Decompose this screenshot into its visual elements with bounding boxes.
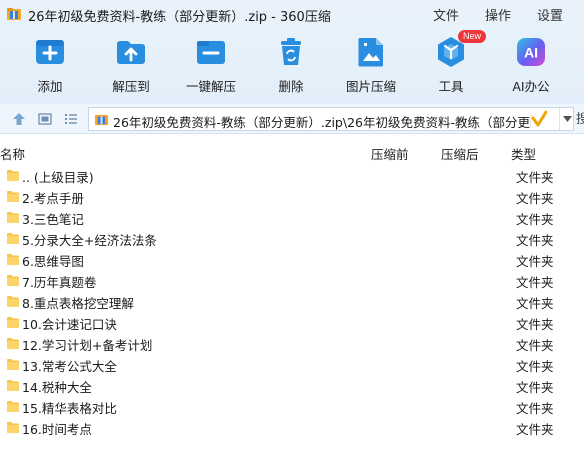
folder-icon xyxy=(7,233,19,244)
top-area: 26年初级免费资料-教练（部分更新）.zip - 360压缩 文件 操作 设置 … xyxy=(0,0,584,104)
file-type: 文件夹 xyxy=(516,422,554,437)
one-click-extract-label: 一键解压 xyxy=(185,79,236,94)
address-bar[interactable]: 26年初级免费资料-教练（部分更新）.zip\26年初级免费资料-教练（部分更新 xyxy=(88,107,574,131)
table-row[interactable]: 8.重点表格挖空理解 文件夹 xyxy=(0,291,584,312)
add-icon xyxy=(36,40,64,64)
file-name: .. (上级目录) xyxy=(22,170,94,185)
file-name: 3.三色笔记 xyxy=(22,212,84,227)
table-row[interactable]: 14.税种大全 文件夹 xyxy=(0,375,584,396)
file-name: 16.时间考点 xyxy=(22,422,92,437)
add-button[interactable]: 添加 xyxy=(10,30,90,100)
file-type: 文件夹 xyxy=(516,170,554,185)
file-type: 文件夹 xyxy=(516,233,554,248)
ai-office-button[interactable]: AI AI办公 xyxy=(491,30,571,100)
folder-icon xyxy=(7,317,19,328)
ai-office-label: AI办公 xyxy=(512,79,550,94)
table-row[interactable]: 6.思维导图 文件夹 xyxy=(0,249,584,270)
folder-icon xyxy=(7,254,19,265)
file-name: 13.常考公式大全 xyxy=(22,359,117,374)
image-compress-icon xyxy=(358,37,383,67)
file-type: 文件夹 xyxy=(516,275,554,290)
menu-file[interactable]: 文件 xyxy=(433,5,459,24)
file-list: .. (上级目录) 文件夹 2.考点手册 文件夹 3.三色笔记 文件夹 5.分录大全+经济法… xyxy=(0,165,584,438)
folder-icon xyxy=(7,338,19,349)
tools-button[interactable]: New 工具 xyxy=(411,30,491,100)
folder-icon xyxy=(7,380,19,391)
file-type: 文件夹 xyxy=(516,401,554,416)
file-name: 14.税种大全 xyxy=(22,380,92,395)
file-name: 2.考点手册 xyxy=(22,191,84,206)
extract-to-label: 解压到 xyxy=(112,79,150,94)
column-uncompressed[interactable]: 压缩后 xyxy=(441,144,479,163)
menu-settings[interactable]: 设置 xyxy=(537,5,563,24)
column-name[interactable]: 名称 xyxy=(0,144,25,163)
delete-button[interactable]: 删除 xyxy=(251,30,331,100)
window-title: 26年初级免费资料-教练（部分更新）.zip - 360压缩 xyxy=(28,10,331,25)
table-row[interactable]: 3.三色笔记 文件夹 xyxy=(0,207,584,228)
table-row[interactable]: 16.时间考点 文件夹 xyxy=(0,417,584,438)
svg-text:AI: AI xyxy=(524,45,538,61)
column-type[interactable]: 类型 xyxy=(511,144,536,163)
file-type: 文件夹 xyxy=(516,359,554,374)
folder-icon xyxy=(7,422,19,433)
file-type: 文件夹 xyxy=(516,296,554,311)
file-type: 文件夹 xyxy=(516,191,554,206)
extract-to-button[interactable]: 解压到 xyxy=(91,30,171,100)
address-dropdown-button[interactable] xyxy=(559,108,573,130)
ai-office-icon: AI xyxy=(517,38,545,66)
address-path: 26年初级免费资料-教练（部分更新）.zip\26年初级免费资料-教练（部分更新 xyxy=(113,115,531,130)
file-name: 8.重点表格挖空理解 xyxy=(22,296,134,311)
table-row[interactable]: 12.学习计划+备考计划 文件夹 xyxy=(0,333,584,354)
image-compress-label: 图片压缩 xyxy=(345,79,396,94)
trash-icon xyxy=(281,38,301,65)
file-type: 文件夹 xyxy=(516,380,554,395)
list-view-icon[interactable] xyxy=(64,112,78,126)
up-arrow-icon[interactable] xyxy=(12,112,26,126)
table-row[interactable]: 10.会计速记口诀 文件夹 xyxy=(0,312,584,333)
folder-icon xyxy=(7,401,19,412)
folder-icon xyxy=(7,359,19,370)
file-name: 10.会计速记口诀 xyxy=(22,317,117,332)
one-click-extract-button[interactable]: 一键解压 xyxy=(171,30,251,100)
table-row[interactable]: 5.分录大全+经济法法条 文件夹 xyxy=(0,228,584,249)
app-archive-icon xyxy=(7,8,21,20)
one-click-extract-icon xyxy=(197,41,225,64)
file-name: 12.学习计划+备考计划 xyxy=(22,338,153,353)
folder-icon xyxy=(7,191,19,202)
file-name: 6.思维导图 xyxy=(22,254,84,269)
chevron-down-icon xyxy=(563,116,572,122)
file-type: 文件夹 xyxy=(516,338,554,353)
table-row[interactable]: 7.历年真题卷 文件夹 xyxy=(0,270,584,291)
search-label[interactable]: 搜 xyxy=(576,108,584,127)
folder-icon xyxy=(7,212,19,223)
file-type: 文件夹 xyxy=(516,317,554,332)
table-row[interactable]: 13.常考公式大全 文件夹 xyxy=(0,354,584,375)
file-type: 文件夹 xyxy=(516,254,554,269)
extract-to-icon xyxy=(117,41,145,64)
list-header: 名称 压缩前 压缩后 类型 xyxy=(0,144,584,162)
table-row[interactable]: .. (上级目录) 文件夹 xyxy=(0,165,584,186)
file-name: 5.分录大全+经济法法条 xyxy=(22,233,157,248)
thumbnail-view-icon[interactable] xyxy=(38,112,52,126)
new-badge: New xyxy=(458,30,487,43)
file-name: 15.精华表格对比 xyxy=(22,401,117,416)
table-row[interactable]: 15.精华表格对比 文件夹 xyxy=(0,396,584,417)
checkmark-icon xyxy=(531,110,547,127)
archive-path-icon xyxy=(94,114,109,126)
title-bar: 26年初级免费资料-教练（部分更新）.zip - 360压缩 文件 操作 设置 xyxy=(0,0,584,28)
file-name: 7.历年真题卷 xyxy=(22,275,97,290)
file-type: 文件夹 xyxy=(516,212,554,227)
folder-icon xyxy=(7,170,19,181)
add-label: 添加 xyxy=(37,79,63,94)
column-compressed[interactable]: 压缩前 xyxy=(371,144,409,163)
table-row[interactable]: 2.考点手册 文件夹 xyxy=(0,186,584,207)
tools-label: 工具 xyxy=(438,79,464,94)
image-compress-button[interactable]: 图片压缩 xyxy=(331,30,411,100)
folder-icon xyxy=(7,296,19,307)
menu-action[interactable]: 操作 xyxy=(485,5,511,24)
toolbar: 添加 解压到 一键解压 删除 图片压缩 New 工具 AI AI办公 xyxy=(0,30,584,100)
delete-label: 删除 xyxy=(278,79,304,94)
folder-icon xyxy=(7,275,19,286)
address-row: 26年初级免费资料-教练（部分更新）.zip\26年初级免费资料-教练（部分更新 xyxy=(0,104,584,134)
